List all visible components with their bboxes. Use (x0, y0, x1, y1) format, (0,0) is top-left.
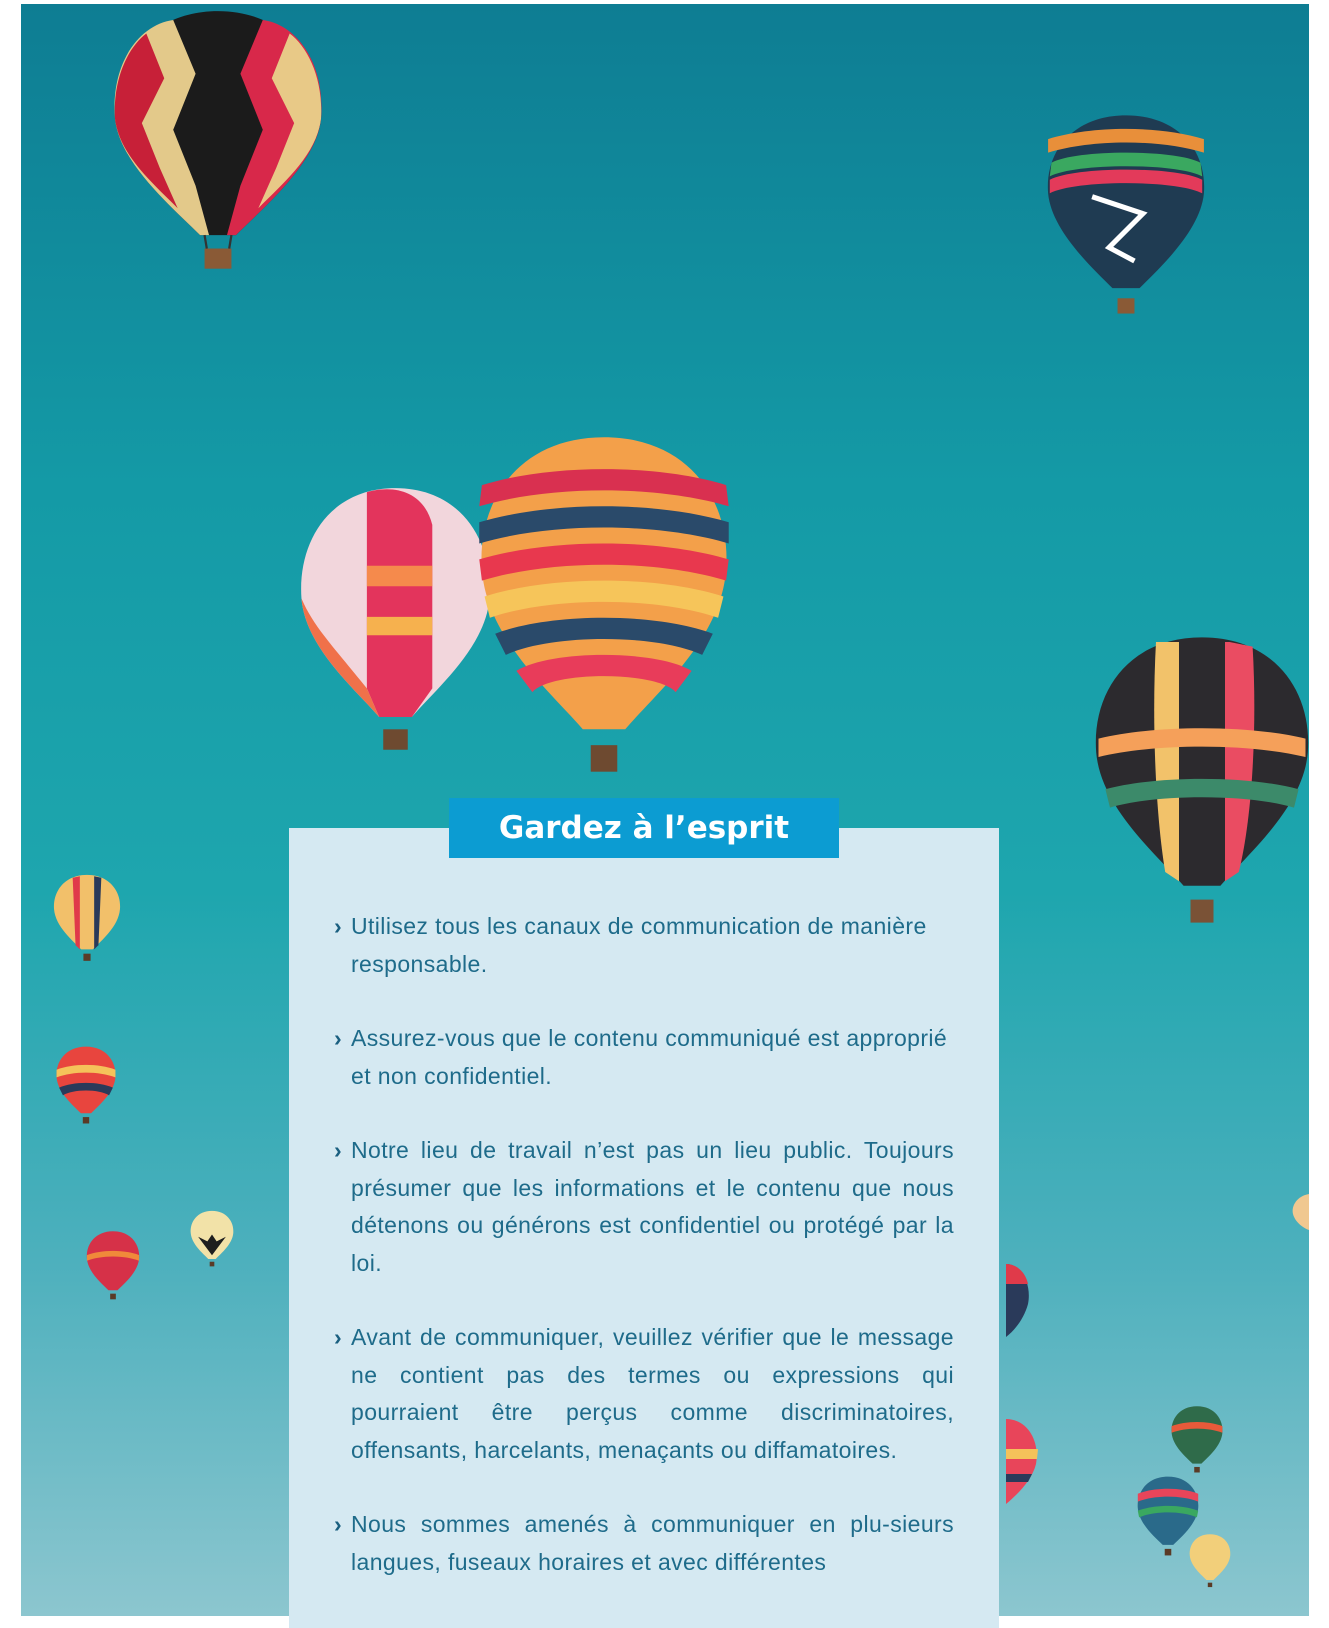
balloon-image (1292, 1194, 1309, 1230)
reminder-list: › Utilisez tous les canaux de communicat… (334, 908, 954, 1618)
balloon-image (114, 11, 322, 269)
balloon-image (1047, 115, 1205, 314)
balloon-image (53, 874, 121, 961)
chevron-right-icon: › (334, 913, 343, 939)
list-item-text: Nous sommes amenés à communiquer en plu-… (351, 1511, 954, 1575)
chevron-right-icon: › (334, 1324, 343, 1350)
chevron-right-icon: › (334, 1511, 343, 1537)
balloon-image (1189, 1534, 1231, 1588)
list-item-text: Utilisez tous les canaux de communicatio… (351, 913, 927, 977)
list-item: › Notre lieu de travail n’est pas un lie… (334, 1132, 954, 1282)
balloon-image (1171, 1406, 1223, 1473)
reminder-card: › Utilisez tous les canaux de communicat… (289, 828, 999, 1628)
chevron-right-icon: › (334, 1137, 343, 1163)
balloon-image (86, 1231, 140, 1300)
list-item-text: Avant de communiquer, veuillez vérifier … (351, 1324, 954, 1463)
balloon-image (1006, 1264, 1029, 1337)
balloon-image (301, 488, 490, 750)
balloon-image (479, 437, 729, 772)
list-item: › Nous sommes amenés à communiquer en pl… (334, 1506, 954, 1581)
list-item-text: Assurez-vous que le contenu communiqué e… (351, 1025, 948, 1089)
list-item: › Assurez-vous que le contenu communiqué… (334, 1020, 954, 1095)
chevron-right-icon: › (334, 1025, 343, 1051)
list-item-text: Notre lieu de travail n’est pas un lieu … (351, 1137, 954, 1276)
balloon-image (1095, 637, 1309, 923)
balloon-image (1006, 1419, 1038, 1504)
card-title: Gardez à l’esprit (449, 798, 839, 858)
balloon-image (190, 1210, 234, 1267)
list-item: › Utilisez tous les canaux de communicat… (334, 908, 954, 983)
balloon-image (56, 1046, 116, 1124)
list-item: › Avant de communiquer, veuillez vérifie… (334, 1319, 954, 1469)
